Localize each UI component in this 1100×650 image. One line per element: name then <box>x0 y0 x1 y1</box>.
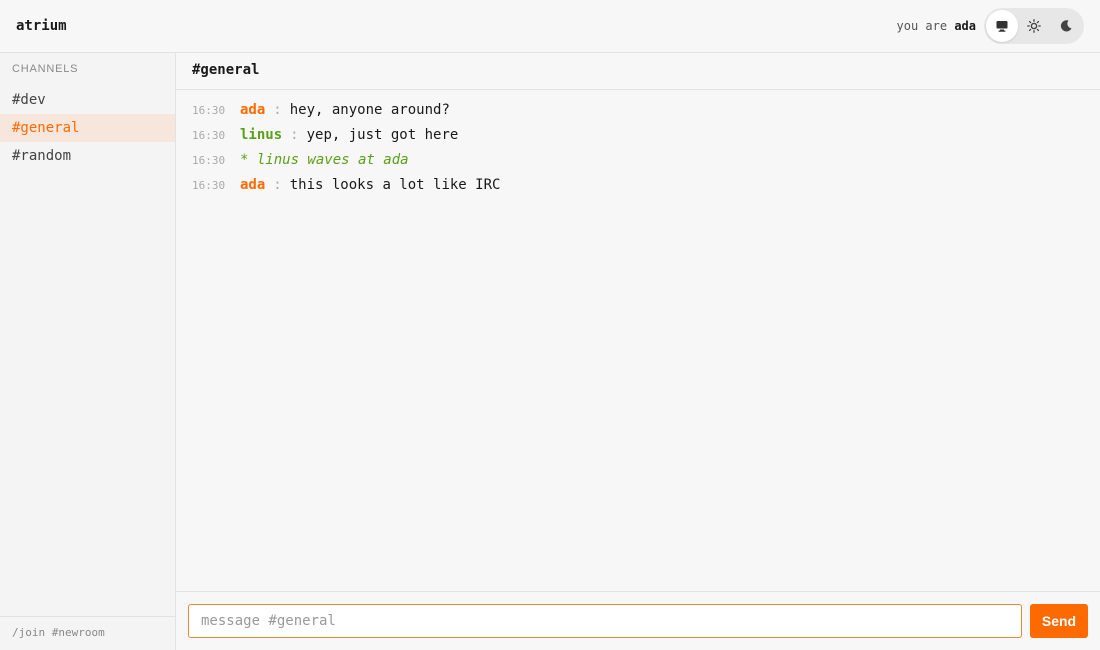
sidebar: CHANNELS #dev #general #random /join #ne… <box>0 53 176 650</box>
theme-system-button[interactable] <box>986 10 1018 42</box>
action-row: 16:30 * linus waves at ada <box>192 152 1084 177</box>
theme-light-button[interactable] <box>1018 10 1050 42</box>
channel-item-random[interactable]: #random <box>0 142 175 170</box>
message-timestamp: 16:30 <box>192 154 226 167</box>
moon-icon <box>1060 20 1072 32</box>
message-timestamp: 16:30 <box>192 179 226 192</box>
message-composer: Send <box>176 591 1100 650</box>
message-text: yep, just got here <box>306 127 459 143</box>
sun-icon <box>1027 19 1041 33</box>
channel-title: #general <box>176 53 1100 90</box>
message-nick: linus <box>240 127 283 143</box>
channels-heading: CHANNELS <box>12 63 79 75</box>
message-row: 16:30 ada : hey, anyone around? <box>192 102 1084 127</box>
message-row: 16:30 linus : yep, just got here <box>192 127 1084 152</box>
top-right-group: you are ada <box>897 8 1084 44</box>
join-hint: /join #newroom <box>0 616 175 650</box>
message-list: 16:30 ada : hey, anyone around? 16:30 li… <box>176 90 1100 202</box>
message-row: 16:30 ada : this looks a lot like IRC <box>192 177 1084 202</box>
message-timestamp: 16:30 <box>192 129 226 142</box>
message-separator: : <box>290 127 299 143</box>
app-title: atrium <box>16 18 67 34</box>
top-bar: atrium you are ada <box>0 0 1100 53</box>
current-user: you are ada <box>897 19 977 33</box>
current-user-prefix: you are <box>896 19 948 33</box>
message-separator: : <box>273 102 282 118</box>
message-separator: : <box>273 177 282 193</box>
message-input[interactable] <box>188 604 1022 638</box>
monitor-icon <box>996 21 1008 32</box>
channel-item-dev[interactable]: #dev <box>0 86 175 114</box>
theme-toggle <box>984 8 1084 44</box>
message-text: this looks a lot like IRC <box>289 177 501 193</box>
message-nick: ada <box>240 177 266 193</box>
action-text: * linus waves at ada <box>240 152 409 168</box>
message-text: hey, anyone around? <box>289 102 450 118</box>
send-button[interactable]: Send <box>1030 604 1088 638</box>
message-nick: ada <box>240 102 266 118</box>
channel-item-general[interactable]: #general <box>0 114 175 142</box>
current-user-name: ada <box>954 19 976 33</box>
theme-dark-button[interactable] <box>1050 10 1082 42</box>
message-timestamp: 16:30 <box>192 104 226 117</box>
chat-pane: #general 16:30 ada : hey, anyone around?… <box>176 53 1100 650</box>
